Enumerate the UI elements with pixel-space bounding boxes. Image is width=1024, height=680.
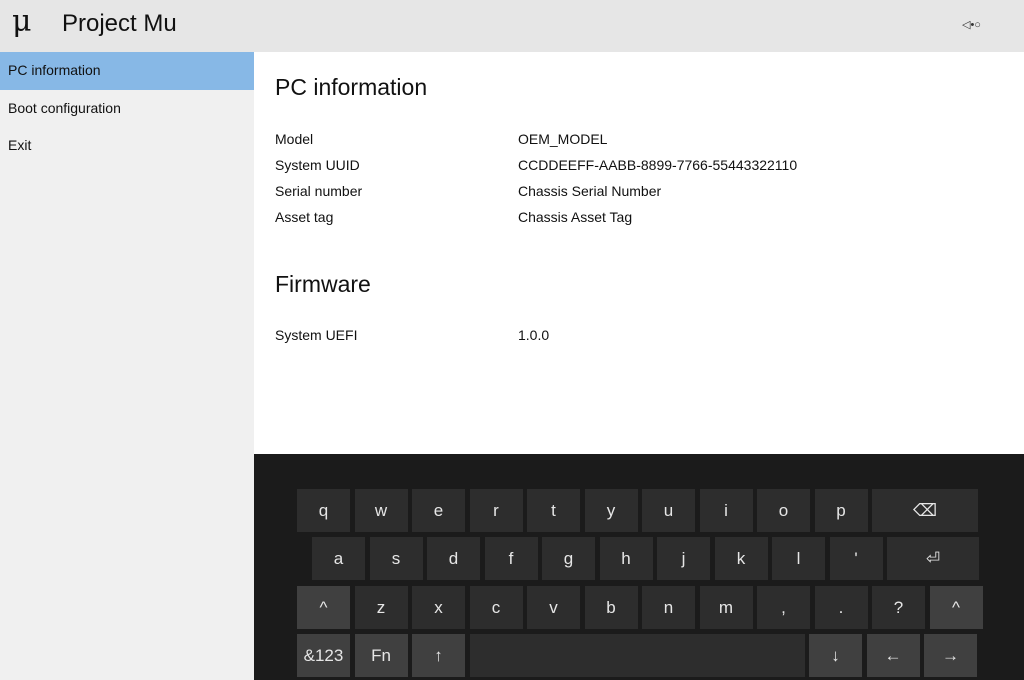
key-a[interactable]: a [312,537,365,580]
key-y[interactable]: y [584,489,638,532]
on-screen-keyboard: q w e r t y u i o p ⌫ a s d f g h j k l ' ⏎ ^ z x c v b n m,.? ^ &123 Fn… [254,454,1024,680]
info-value: 1.0.0 [518,327,550,343]
project-mu-logo-icon: μ [12,4,32,39]
question-key[interactable]: ? [872,586,925,629]
space-key[interactable] [469,634,805,677]
info-label: Serial number [275,183,363,199]
info-label: System UEFI [275,327,358,343]
backspace-key[interactable]: ⌫ [872,489,978,532]
key-l[interactable]: l [772,537,825,580]
key-u[interactable]: u [642,489,695,532]
sidebar-item-exit[interactable]: Exit [0,127,254,165]
main-panel: PC information Model OEM_MODEL System UU… [255,52,1024,454]
left-arrow-key[interactable]: ← [866,634,920,677]
symbols-key[interactable]: &123 [297,634,350,677]
key-k[interactable]: k [714,537,768,580]
period-key[interactable]: . [814,586,868,629]
key-n[interactable]: n [642,586,695,629]
sidebar-item-pc-information[interactable]: PC information [0,52,254,90]
status-icon: ◁•○ [962,19,981,31]
info-value: CCDDEEFF-AABB-8899-7766-55443322110 [518,157,798,173]
key-s[interactable]: s [369,537,423,580]
key-e[interactable]: e [412,489,465,532]
sidebar-item-boot-configuration[interactable]: Boot configuration [0,90,254,128]
pc-information-heading: PC information [275,74,428,100]
key-p[interactable]: p [814,489,868,532]
key-j[interactable]: j [657,537,710,580]
key-c[interactable]: c [469,586,523,629]
info-label: System UUID [275,157,360,173]
info-label: Model [275,131,314,147]
key-g[interactable]: g [542,537,595,580]
info-value: Chassis Asset Tag [518,209,633,225]
key-h[interactable]: h [599,537,653,580]
key-v[interactable]: v [527,586,580,629]
key-i[interactable]: i [699,489,753,532]
key-w[interactable]: w [354,489,408,532]
key-r[interactable]: r [469,489,523,532]
key-d[interactable]: d [427,537,480,580]
shift-key[interactable]: ^ [929,586,983,629]
key-t[interactable]: t [527,489,580,532]
key-f[interactable]: f [484,537,538,580]
down-arrow-key[interactable]: ↓ [809,634,862,677]
title-bar: μ Project Mu ◁•○ [0,0,1024,52]
app-title: Project Mu [62,10,177,37]
key-b[interactable]: b [584,586,638,629]
up-arrow-key[interactable]: ↑ [412,634,465,677]
sidebar: PC information Boot configuration Exit [0,52,254,680]
enter-key[interactable]: ⏎ [887,537,979,580]
key-x[interactable]: x [412,586,465,629]
info-value: Chassis Serial Number [518,183,662,199]
shift-key[interactable]: ^ [297,586,350,629]
firmware-heading: Firmware [275,271,371,297]
apostrophe-key[interactable]: ' [829,537,883,580]
comma-key[interactable]: , [757,586,810,629]
key-o[interactable]: o [757,489,810,532]
key-q[interactable]: q [297,489,350,532]
info-value: OEM_MODEL [518,131,608,147]
key-z[interactable]: z [354,586,408,629]
right-arrow-key[interactable]: → [924,634,977,677]
key-m[interactable]: m [699,586,753,629]
fn-key[interactable]: Fn [354,634,408,677]
info-label: Asset tag [275,209,334,225]
